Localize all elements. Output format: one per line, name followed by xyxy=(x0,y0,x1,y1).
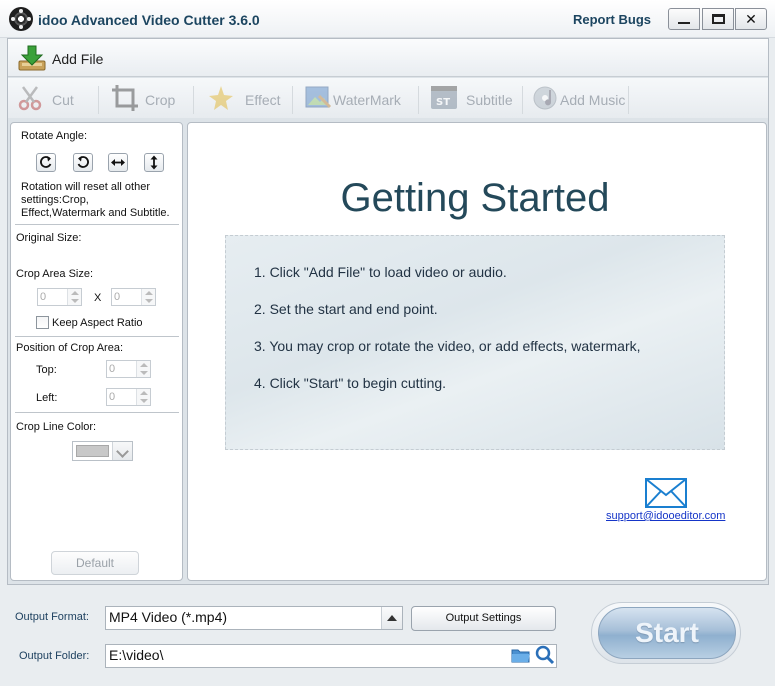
crop-left-value: 0 xyxy=(109,391,116,403)
instruction-step: 3. You may crop or rotate the video, or … xyxy=(254,338,641,354)
effect-label: Effect xyxy=(245,92,281,108)
flip-vertical-button[interactable] xyxy=(144,153,164,172)
keep-aspect-ratio-label: Keep Aspect Ratio xyxy=(52,317,143,329)
keep-aspect-ratio-checkbox[interactable] xyxy=(36,316,49,329)
output-folder-input[interactable]: E:\video\ xyxy=(105,644,557,668)
spin-arrows-icon[interactable] xyxy=(141,289,155,305)
output-format-select[interactable]: MP4 Video (*.mp4) xyxy=(105,606,403,630)
film-reel-icon xyxy=(9,7,33,31)
app-title: idoo Advanced Video Cutter 3.6.0 xyxy=(38,12,260,28)
dropdown-arrow-icon[interactable] xyxy=(381,607,402,629)
maximize-icon xyxy=(711,14,725,25)
title-bar: idoo Advanced Video Cutter 3.6.0 Report … xyxy=(0,0,775,38)
mail-icon[interactable] xyxy=(645,478,687,508)
crop-line-color-picker[interactable] xyxy=(72,441,133,461)
spin-arrows-icon[interactable] xyxy=(67,289,81,305)
toolbar-divider xyxy=(418,86,419,114)
sparkle-icon xyxy=(209,86,233,110)
report-bugs-link[interactable]: Report Bugs xyxy=(573,12,651,27)
section-divider xyxy=(15,224,179,225)
flip-horizontal-icon xyxy=(111,159,125,166)
subtitle-label: Subtitle xyxy=(466,92,513,108)
crop-top-value: 0 xyxy=(109,363,116,375)
instruction-step: 1. Click "Add File" to load video or aud… xyxy=(254,264,507,280)
flip-horizontal-button[interactable] xyxy=(108,153,128,172)
crop-top-stepper[interactable]: 0 xyxy=(106,360,151,378)
folder-icon[interactable] xyxy=(511,647,531,663)
output-folder-value: E:\video\ xyxy=(109,647,164,663)
original-size-label: Original Size: xyxy=(16,232,82,244)
crop-label: Crop xyxy=(145,92,176,108)
music-disc-icon xyxy=(533,86,557,110)
output-format-label: Output Format: xyxy=(15,611,89,623)
crop-size-separator: X xyxy=(94,292,102,304)
close-icon: ✕ xyxy=(745,11,757,27)
watermark-label: WaterMark xyxy=(333,92,401,108)
download-arrow-icon xyxy=(18,45,46,71)
instruction-step: 4. Click "Start" to begin cutting. xyxy=(254,375,447,391)
minimize-button[interactable] xyxy=(668,8,700,30)
chevron-down-icon[interactable] xyxy=(112,442,132,460)
crop-height-stepper[interactable]: 0 xyxy=(111,288,156,306)
position-of-crop-area-label: Position of Crop Area: xyxy=(16,342,124,354)
close-button[interactable]: ✕ xyxy=(735,8,767,30)
rotate-counterclockwise-button[interactable] xyxy=(73,153,93,172)
watermark-icon xyxy=(305,86,332,109)
add-file-bar xyxy=(8,39,768,77)
crop-area-size-label: Crop Area Size: xyxy=(16,268,94,280)
crop-line-color-label: Crop Line Color: xyxy=(16,421,97,433)
svg-text:ST: ST xyxy=(436,97,450,108)
cut-label: Cut xyxy=(52,92,74,108)
left-label: Left: xyxy=(36,392,58,404)
minimize-icon xyxy=(678,22,690,25)
toolbar-divider xyxy=(628,86,629,114)
getting-started-title: Getting Started xyxy=(340,176,610,220)
top-label: Top: xyxy=(36,364,57,376)
maximize-button[interactable] xyxy=(702,8,734,30)
add-file-label: Add File xyxy=(52,51,104,67)
start-button[interactable]: Start xyxy=(598,607,736,659)
section-divider xyxy=(15,412,179,413)
subtitle-icon: ST xyxy=(431,86,457,109)
spin-arrows-icon[interactable] xyxy=(136,389,150,405)
toolbar-divider xyxy=(193,86,194,114)
crop-height-value: 0 xyxy=(114,291,121,303)
output-format-value: MP4 Video (*.mp4) xyxy=(109,609,228,625)
rotation-note-line: settings:Crop, xyxy=(21,194,89,206)
toolbar-divider xyxy=(98,86,99,114)
color-swatch xyxy=(76,445,109,457)
spin-arrows-icon[interactable] xyxy=(136,361,150,377)
rotate-clockwise-button[interactable] xyxy=(36,153,56,172)
crop-width-stepper[interactable]: 0 xyxy=(37,288,82,306)
rotate-clockwise-icon xyxy=(40,156,52,168)
crop-left-stepper[interactable]: 0 xyxy=(106,388,151,406)
default-button[interactable]: Default xyxy=(51,551,139,575)
search-icon[interactable] xyxy=(535,645,555,665)
rotation-note-line: Rotation will reset all other xyxy=(21,181,151,193)
rotation-note-line: Effect,Watermark and Subtitle. xyxy=(21,207,170,219)
crop-width-value: 0 xyxy=(40,291,47,303)
toolbar-divider xyxy=(522,86,523,114)
flip-vertical-icon xyxy=(150,155,158,170)
scissors-icon xyxy=(18,86,42,111)
instruction-step: 2. Set the start and end point. xyxy=(254,301,438,317)
rotate-counterclockwise-icon xyxy=(77,156,89,168)
output-folder-label: Output Folder: xyxy=(19,650,90,662)
toolbar-divider xyxy=(292,86,293,114)
support-email-link[interactable]: support@idooeditor.com xyxy=(606,510,725,522)
add-music-label: Add Music xyxy=(560,92,626,108)
crop-icon xyxy=(112,85,138,111)
section-divider xyxy=(15,336,179,337)
output-settings-button[interactable]: Output Settings xyxy=(411,606,556,631)
rotate-angle-label: Rotate Angle: xyxy=(21,130,88,142)
